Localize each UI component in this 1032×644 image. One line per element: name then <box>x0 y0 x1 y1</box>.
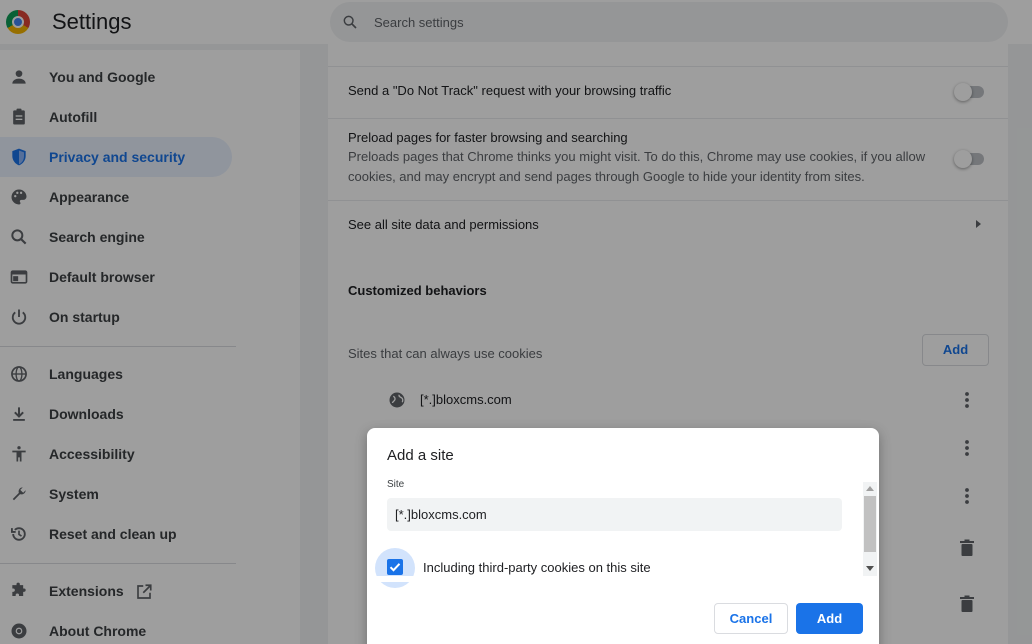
checkmark-icon <box>389 563 401 572</box>
scroll-down-arrow-icon[interactable] <box>866 566 874 571</box>
add-button[interactable]: Add <box>796 603 863 634</box>
site-input[interactable] <box>387 498 842 531</box>
site-field-label: Site <box>387 479 405 490</box>
dialog-title: Add a site <box>387 447 454 464</box>
scroll-up-arrow-icon[interactable] <box>866 486 874 491</box>
third-party-cookies-checkbox[interactable] <box>387 559 403 575</box>
scroll-thumb[interactable] <box>864 496 876 552</box>
third-party-cookies-label: Including third-party cookies on this si… <box>423 560 651 575</box>
cancel-button[interactable]: Cancel <box>714 603 788 634</box>
content-clip <box>367 576 863 582</box>
add-site-dialog: Add a site Site Including third-party co… <box>367 428 879 644</box>
dialog-scrollbar[interactable] <box>863 482 877 576</box>
